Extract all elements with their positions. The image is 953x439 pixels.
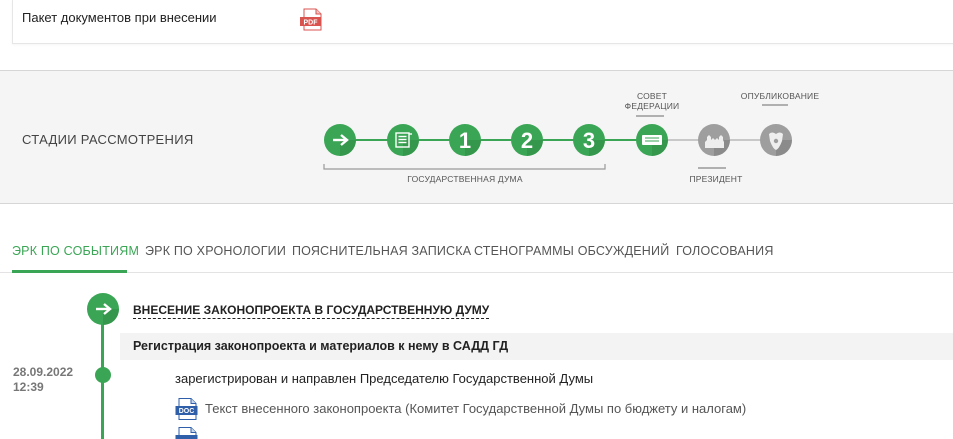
doc-file-icon: DOC — [175, 398, 198, 420]
stage-federation-council[interactable] — [636, 124, 668, 156]
stages-panel: СТАДИИ РАССМОТРЕНИЯ ГОСУДАРСТВЕННАЯ ДУМА… — [0, 70, 953, 204]
duma-label: ГОСУДАРСТВЕННАЯ ДУМА — [407, 174, 523, 184]
stage-reading-2[interactable]: 2 — [511, 124, 543, 156]
pdf-badge-text: PDF — [304, 19, 319, 26]
tab-chronology[interactable]: ЭРК ПО ХРОНОЛОГИИ — [145, 244, 286, 258]
pdf-file-icon[interactable]: PDF — [299, 8, 325, 32]
reading-2-number: 2 — [521, 128, 533, 153]
stage-preliminary[interactable] — [387, 124, 419, 156]
doc-file-icon-partial — [175, 427, 198, 439]
reading-3-number: 3 — [583, 128, 595, 153]
president-label: ПРЕЗИДЕНТ — [689, 174, 742, 184]
tab-transcripts[interactable]: СТЕНОГРАММЫ ОБСУЖДЕНИЙ — [474, 244, 669, 258]
substage-bar: Регистрация законопроекта и материалов к… — [120, 333, 953, 360]
tabs-bar: ЭРК ПО СОБЫТИЯМ ЭРК ПО ХРОНОЛОГИИ ПОЯСНИ… — [0, 232, 953, 273]
duma-bracket — [323, 164, 606, 170]
timeline-event-marker — [87, 293, 119, 325]
stage-reading-1[interactable]: 1 — [449, 124, 481, 156]
reading-1-number: 1 — [459, 128, 471, 153]
event-status-text: зарегистрирован и направлен Председателю… — [175, 371, 594, 386]
tab-voting[interactable]: ГОЛОСОВАНИЯ — [676, 244, 774, 258]
council-building-icon — [642, 135, 662, 145]
tab-events[interactable]: ЭРК ПО СОБЫТИЯМ — [12, 244, 139, 258]
document-package-label: Пакет документов при внесении — [22, 10, 217, 25]
council-label-line2: ФЕДЕРАЦИИ — [625, 101, 680, 111]
event-datetime: 28.09.2022 12:39 — [13, 365, 73, 395]
substage-title: Регистрация законопроекта и материалов к… — [133, 339, 509, 353]
event-time: 12:39 — [13, 380, 44, 394]
timeline-dot — [95, 367, 111, 383]
event-title-link[interactable]: ВНЕСЕНИЕ ЗАКОНОПРОЕКТА В ГОСУДАРСТВЕННУЮ… — [133, 303, 490, 319]
stage-president[interactable] — [698, 124, 730, 156]
stage-reading-3[interactable]: 3 — [573, 124, 605, 156]
event-date: 28.09.2022 — [13, 365, 74, 379]
doc-badge-text: DOC — [179, 408, 195, 415]
stage-publication[interactable] — [760, 124, 792, 156]
active-tab-indicator — [12, 270, 127, 273]
publication-label: ОПУБЛИКОВАНИЕ — [741, 91, 820, 101]
document-package-card: Пакет документов при внесении PDF — [12, 0, 953, 44]
council-label-line1: СОВЕТ — [637, 91, 667, 101]
stage-introduction[interactable] — [324, 124, 356, 156]
stages-track: ГОСУДАРСТВЕННАЯ ДУМА СОВЕТ ФЕДЕРАЦИИ ОПУ… — [323, 91, 820, 184]
document-link[interactable]: Текст внесенного законопроекта (Комитет … — [205, 401, 746, 416]
tab-explanatory-note[interactable]: ПОЯСНИТЕЛЬНАЯ ЗАПИСКА — [292, 244, 471, 258]
